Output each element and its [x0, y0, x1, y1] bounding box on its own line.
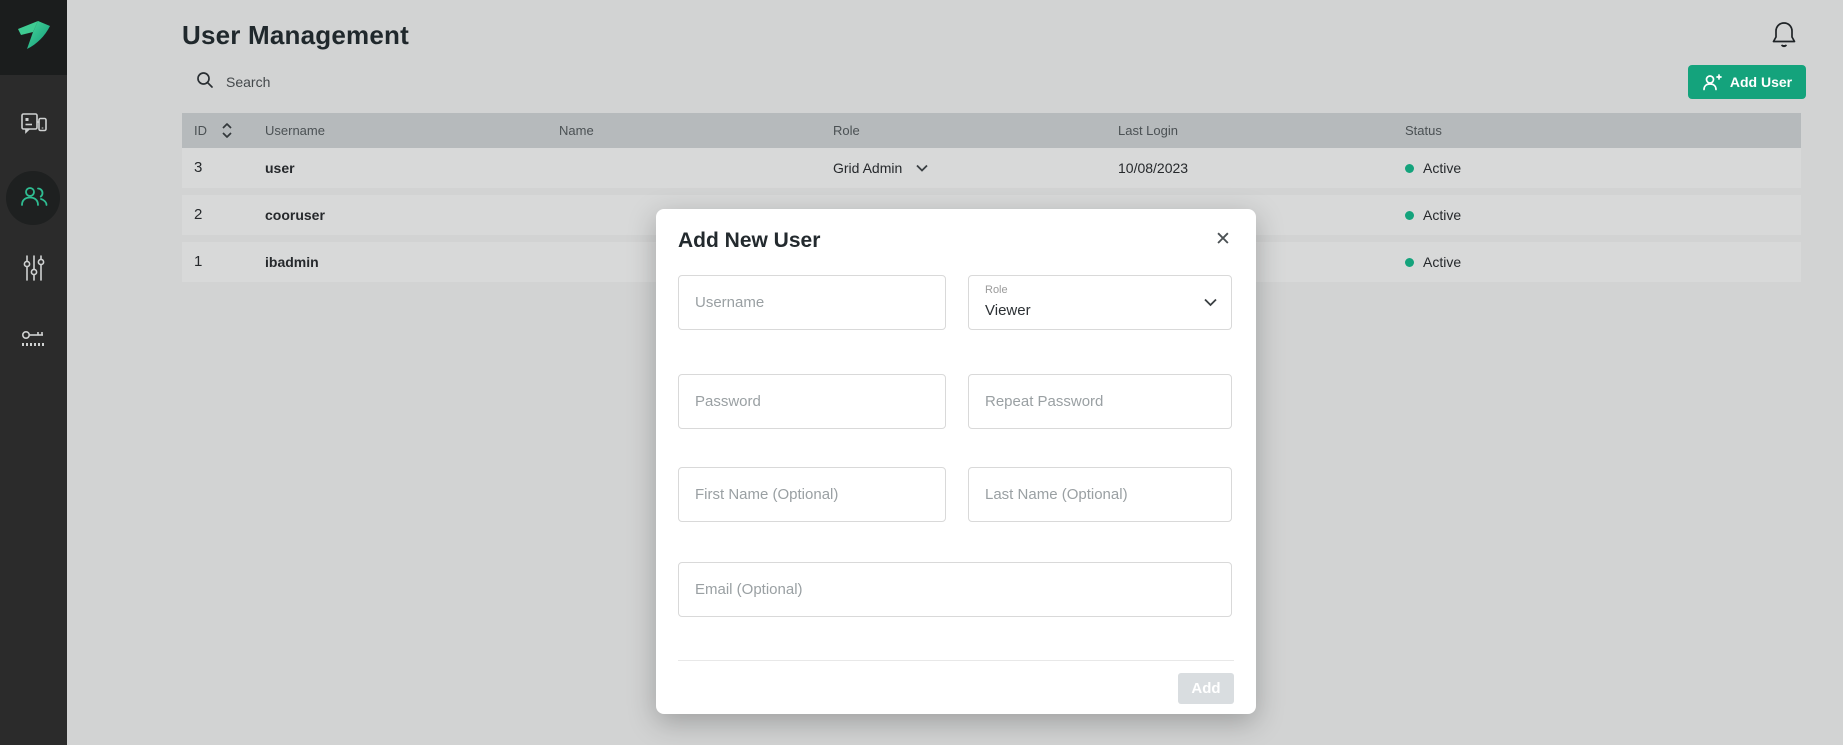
first-name-field[interactable] — [678, 467, 946, 522]
table-header-row: ID Username Name Role Last Login Status — [182, 113, 1801, 148]
sidebar-item-users[interactable] — [0, 170, 67, 226]
role-select-value: Viewer — [985, 302, 1031, 319]
column-header-id[interactable]: ID — [194, 113, 207, 148]
search-input[interactable] — [226, 74, 846, 90]
column-header-lastlogin[interactable]: Last Login — [1118, 113, 1178, 148]
email-field[interactable] — [678, 562, 1232, 617]
cell-role: Grid Admin — [833, 148, 902, 188]
repeat-password-field[interactable] — [968, 374, 1232, 429]
modal-title: Add New User — [678, 229, 820, 253]
add-user-button[interactable]: Add User — [1688, 65, 1806, 99]
sidebar-item-credentials[interactable] — [0, 314, 67, 370]
notification-bell-icon[interactable] — [1770, 20, 1800, 52]
sidebar-item-devices[interactable] — [0, 98, 67, 154]
column-header-role[interactable]: Role — [833, 113, 860, 148]
role-select[interactable]: Role Viewer — [968, 275, 1232, 330]
password-field[interactable] — [678, 374, 946, 429]
key-icon — [19, 327, 49, 358]
add-button[interactable]: Add — [1178, 673, 1234, 704]
add-user-label: Add User — [1730, 74, 1792, 90]
status-dot — [1405, 164, 1414, 173]
status-dot — [1405, 211, 1414, 220]
column-header-status[interactable]: Status — [1405, 113, 1442, 148]
sidebar-item-settings[interactable] — [0, 242, 67, 298]
cell-last-login: 10/08/2023 — [1118, 148, 1188, 188]
last-name-field[interactable] — [968, 467, 1232, 522]
person-plus-icon — [1702, 73, 1722, 91]
username-field[interactable] — [678, 275, 946, 330]
add-new-user-modal: Add New User ✕ Role Viewer Add — [656, 209, 1256, 714]
cell-username: cooruser — [265, 195, 325, 235]
cell-id: 2 — [194, 195, 202, 235]
column-header-username[interactable]: Username — [265, 113, 325, 148]
role-dropdown[interactable]: Grid Admin — [833, 148, 928, 188]
cell-username: ibadmin — [265, 242, 319, 282]
cell-status: Active — [1423, 148, 1461, 188]
sliders-icon — [20, 254, 48, 287]
table-row[interactable]: 3 user Grid Admin 10/08/2023 Active — [182, 148, 1801, 188]
close-icon[interactable]: ✕ — [1208, 225, 1238, 255]
status-badge: Active — [1405, 242, 1461, 282]
user-management-screen: User Management Add User ID — [0, 0, 1843, 745]
chevron-down-icon — [916, 164, 928, 172]
cell-status: Active — [1423, 242, 1461, 282]
logo-icon — [15, 20, 53, 55]
column-header-name[interactable]: Name — [559, 113, 594, 148]
cell-id: 1 — [194, 242, 202, 282]
cell-id: 3 — [194, 148, 202, 188]
page-title: User Management — [182, 20, 409, 51]
status-badge: Active — [1405, 148, 1461, 188]
status-badge: Active — [1405, 195, 1461, 235]
sidebar — [0, 0, 67, 745]
search-icon — [196, 71, 214, 94]
app-logo[interactable] — [0, 0, 67, 75]
modal-divider — [678, 660, 1234, 661]
role-select-label: Role — [985, 284, 1008, 296]
cell-status: Active — [1423, 195, 1461, 235]
status-dot — [1405, 258, 1414, 267]
devices-icon — [20, 110, 48, 143]
sort-icon[interactable] — [220, 122, 234, 144]
search-bar — [196, 66, 896, 98]
cell-username: user — [265, 148, 295, 188]
